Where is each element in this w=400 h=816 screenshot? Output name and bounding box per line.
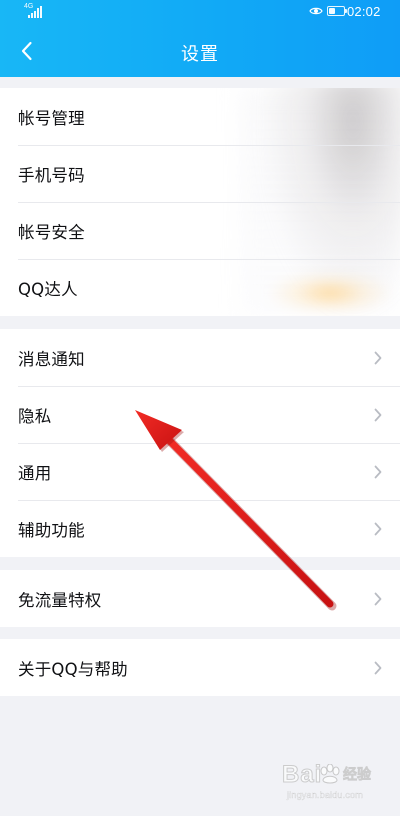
chevron-right-icon [374, 351, 382, 365]
page-title: 设置 [181, 44, 219, 65]
signal-icon [24, 6, 44, 18]
chevron-right-icon [374, 465, 382, 479]
battery-icon [327, 6, 347, 16]
chevron-right-icon [374, 661, 382, 675]
qq-expert-label: QQ达人 [18, 279, 78, 299]
baidu-jingyan-watermark: Bai 经验 jingyan.baidu.com [281, 761, 392, 804]
nav-bar: 设置 [0, 26, 400, 77]
data-privilege-section: 免流量特权 [0, 570, 400, 627]
phone-number-item[interactable]: 手机号码 [0, 145, 400, 202]
accessibility-item[interactable]: 辅助功能 [0, 500, 400, 557]
status-time: 02:02 [347, 4, 381, 19]
general-label: 通用 [18, 463, 52, 483]
account-management-label: 帐号管理 [18, 108, 85, 128]
account-section: 帐号管理 手机号码 帐号安全 QQ达人 [0, 88, 400, 316]
chevron-right-icon [374, 592, 382, 606]
back-button[interactable] [10, 34, 44, 68]
app-header: 4G 02:02 设置 [0, 0, 400, 77]
privacy-label: 隐私 [18, 406, 52, 426]
paw-logo-icon [320, 764, 340, 784]
watermark-brand-suffix: 经验 [343, 767, 372, 784]
accessibility-label: 辅助功能 [18, 520, 85, 540]
about-help-item[interactable]: 关于QQ与帮助 [0, 639, 400, 696]
watermark-url: jingyan.baidu.com [287, 790, 363, 800]
data-free-privilege-label: 免流量特权 [18, 590, 102, 610]
privacy-item[interactable]: 隐私 [0, 386, 400, 443]
qq-expert-item[interactable]: QQ达人 [0, 259, 400, 316]
watermark-brand: Bai [281, 761, 323, 788]
status-bar: 4G 02:02 [0, 0, 400, 26]
data-free-privilege-item[interactable]: 免流量特权 [0, 570, 400, 627]
chevron-right-icon [374, 408, 382, 422]
about-help-label: 关于QQ与帮助 [18, 659, 128, 679]
chevron-left-icon [21, 41, 32, 61]
eye-comfort-icon [309, 7, 323, 15]
chevron-right-icon [374, 522, 382, 536]
account-management-item[interactable]: 帐号管理 [0, 88, 400, 145]
general-item[interactable]: 通用 [0, 443, 400, 500]
phone-number-label: 手机号码 [18, 165, 85, 185]
about-section: 关于QQ与帮助 [0, 639, 400, 696]
message-notification-item[interactable]: 消息通知 [0, 329, 400, 386]
account-security-label: 帐号安全 [18, 222, 85, 242]
general-section: 消息通知 隐私 通用 辅助功能 [0, 329, 400, 557]
account-security-item[interactable]: 帐号安全 [0, 202, 400, 259]
message-notification-label: 消息通知 [18, 349, 85, 369]
